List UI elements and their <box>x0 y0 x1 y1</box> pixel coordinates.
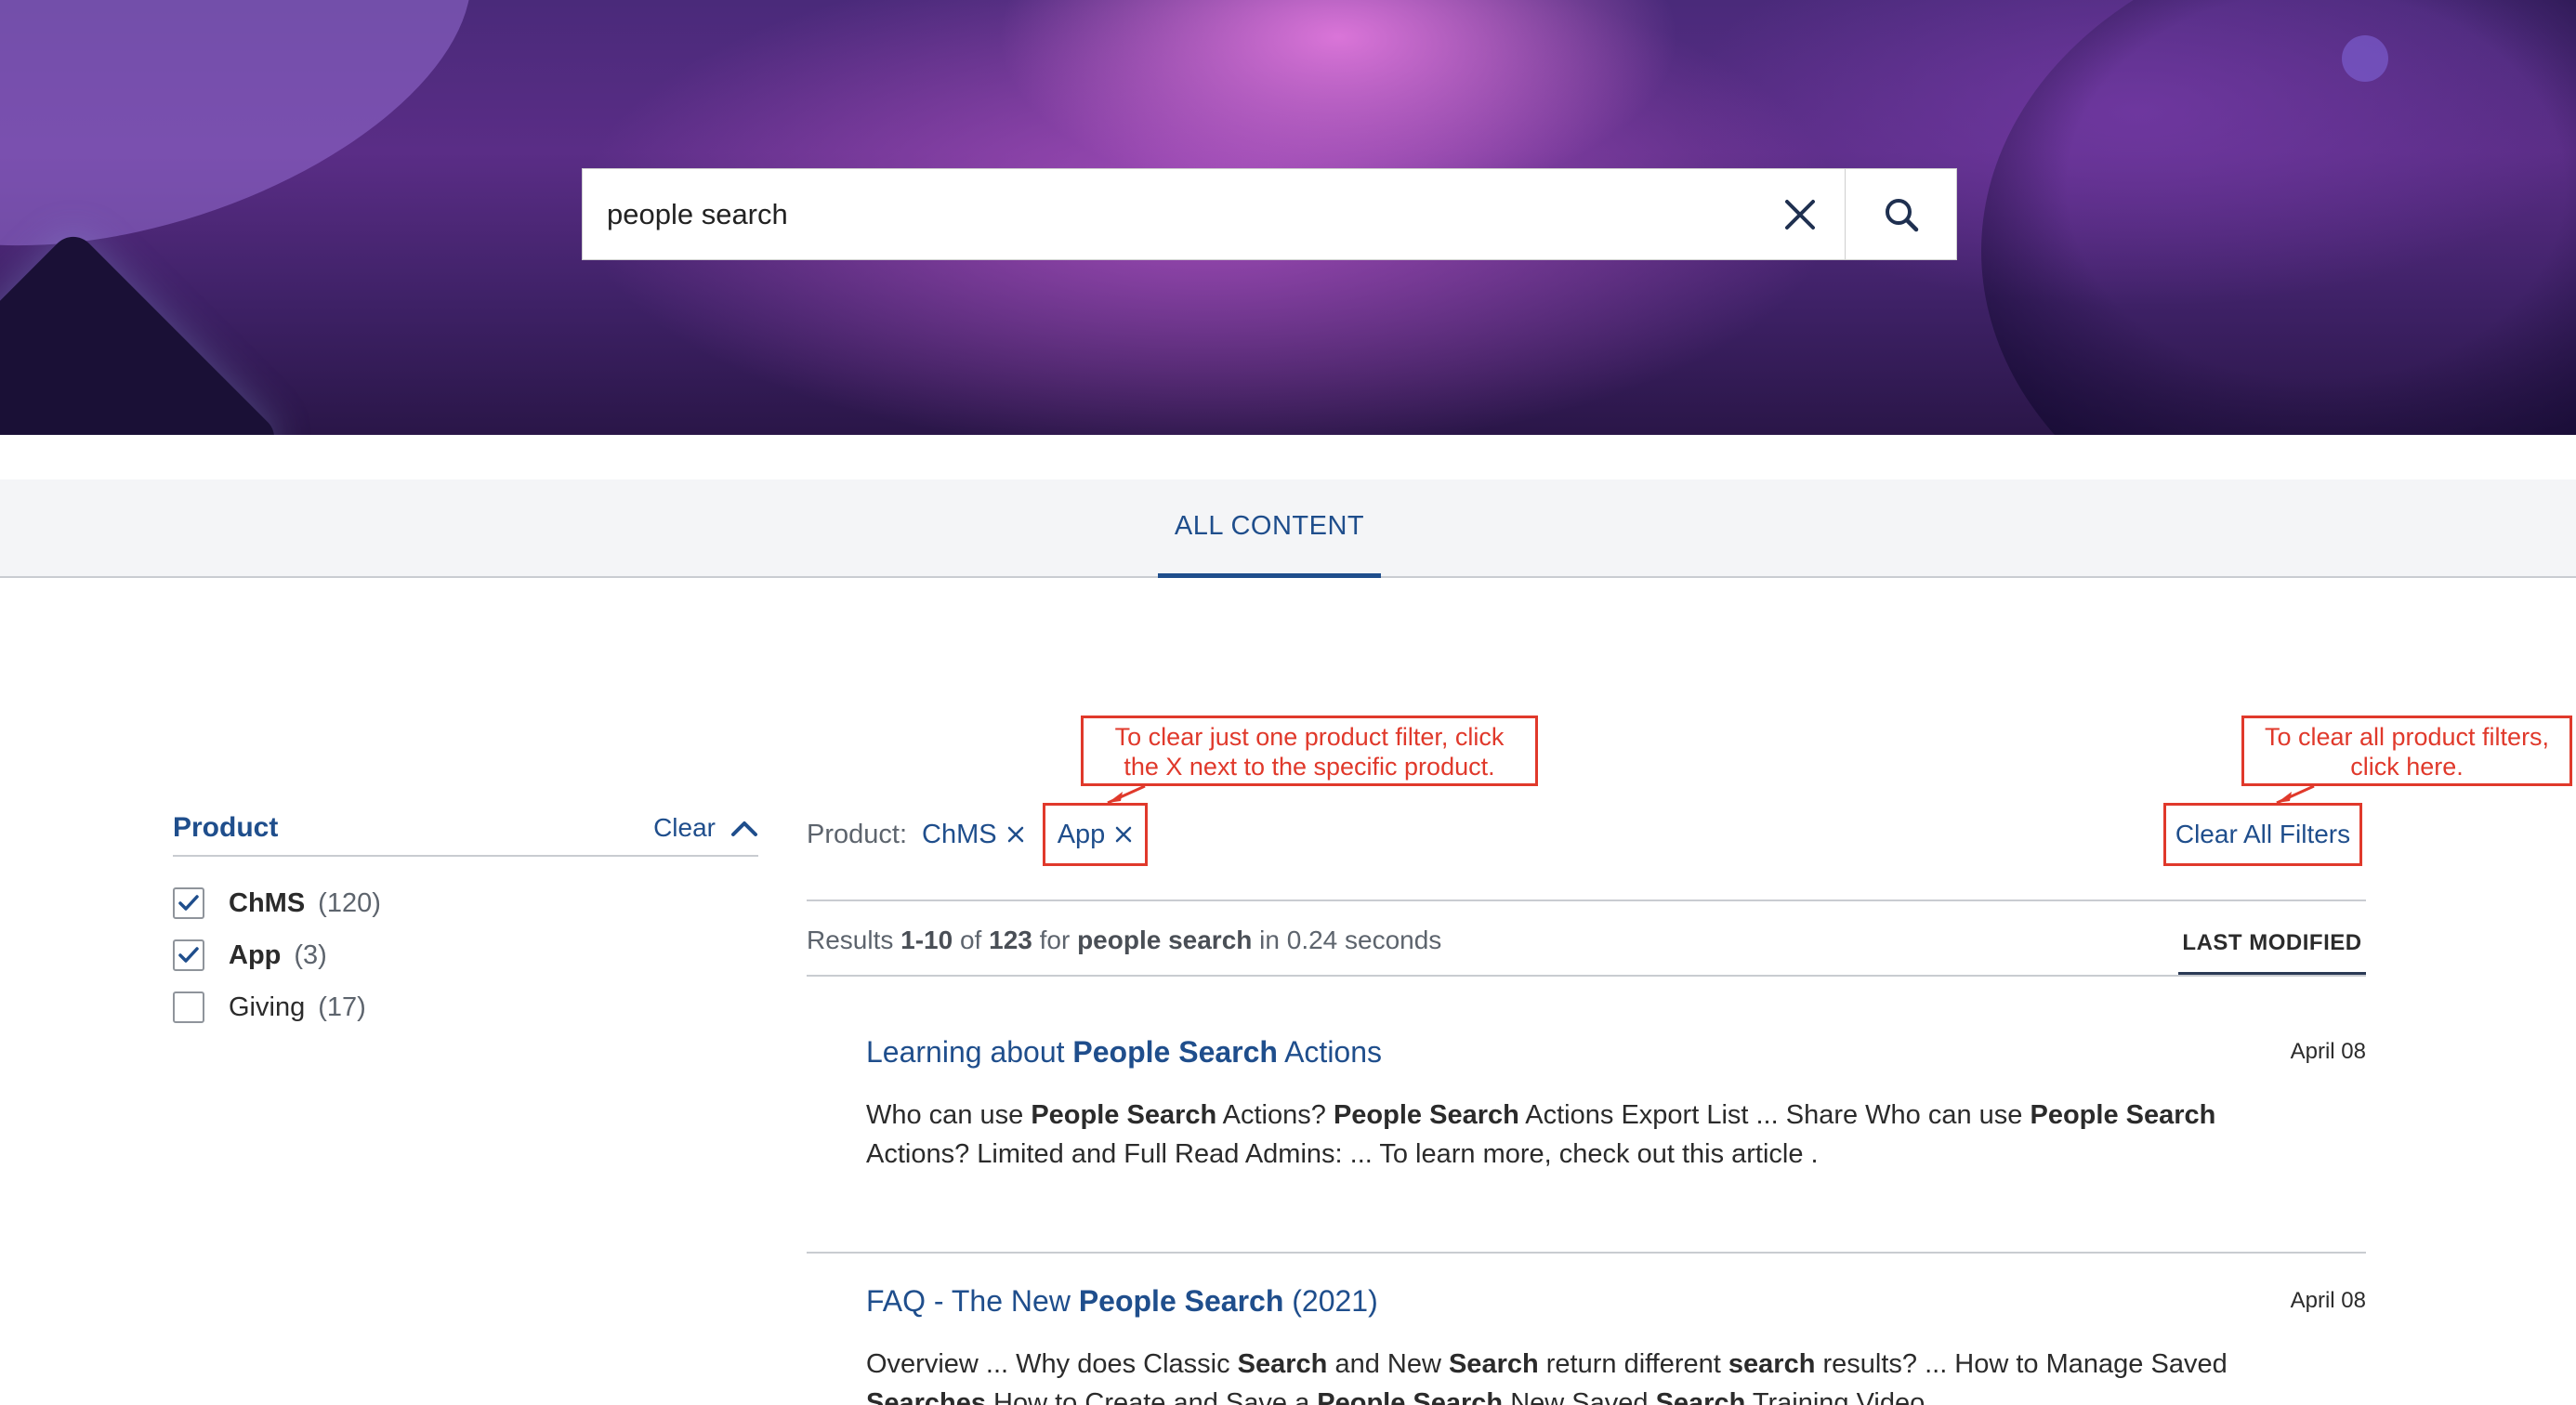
title-highlight: People Search <box>1072 1035 1278 1069</box>
search-icon <box>1885 198 1918 231</box>
title-text: FAQ - The New <box>866 1284 1079 1318</box>
snippet-text: Actions Export List ... Share Who can us… <box>1518 1100 2031 1130</box>
result-item: Learning about People Search Actions Apr… <box>866 1035 2366 1174</box>
snippet-text: Overview ... Why does Classic <box>866 1349 1238 1379</box>
facet-title: Product <box>173 812 279 843</box>
snippet-highlight: search <box>1728 1349 1816 1379</box>
results-prefix: Results <box>807 926 901 954</box>
title-highlight: People Search <box>1078 1284 1284 1318</box>
annotation-clear-all: To clear all product filters, click here… <box>2241 716 2572 786</box>
tab-all-content[interactable]: ALL CONTENT <box>1158 479 1381 578</box>
snippet-text: New Saved <box>1503 1388 1656 1405</box>
results-summary: Results 1-10 of 123 for people search in… <box>807 926 1441 955</box>
result-item: FAQ - The New People Search (2021) April… <box>866 1284 2366 1405</box>
product-facet-header: Product Clear <box>173 801 758 857</box>
snippet-highlight: People Search <box>1333 1100 1519 1130</box>
title-text: (2021) <box>1283 1284 1378 1318</box>
snippet-text: results? ... How to Manage Saved <box>1815 1349 2228 1379</box>
annotation-clear-one: To clear just one product filter, click … <box>1081 716 1538 786</box>
facet-clear-label: Clear <box>653 813 716 842</box>
snippet-text: and New <box>1327 1349 1449 1379</box>
snippet-highlight: Search <box>1448 1349 1539 1379</box>
facet-checkbox-chms[interactable] <box>173 887 204 919</box>
title-text: Learning about <box>866 1035 1073 1069</box>
snippet-text: Training Video <box>1745 1388 1925 1405</box>
result-snippet: Who can use People Search Actions? Peopl… <box>866 1096 2297 1174</box>
remove-filter-button[interactable] <box>1006 825 1025 844</box>
filter-chip-label: App <box>1057 819 1106 849</box>
results-total: 123 <box>989 926 1032 954</box>
check-icon <box>178 895 199 911</box>
close-icon <box>1007 826 1023 843</box>
snippet-text: Actions? Limited and Full Read Admins: .… <box>866 1139 1819 1169</box>
clear-search-button[interactable] <box>1755 169 1845 259</box>
filter-chip-chms[interactable]: ChMS <box>922 820 1025 850</box>
facet-item-app[interactable]: App (3) <box>173 929 381 981</box>
snippet-text: return different <box>1538 1349 1728 1379</box>
results-query: people search <box>1077 926 1253 954</box>
search-button[interactable] <box>1845 169 1956 259</box>
snippet-text: How to Create and Save a <box>986 1388 1318 1405</box>
facet-checkbox-app[interactable] <box>173 939 204 971</box>
close-icon <box>1116 826 1132 843</box>
active-filter-label: Product: <box>807 819 907 849</box>
facet-count: (17) <box>318 991 366 1022</box>
snippet-highlight: Search <box>1237 1349 1328 1379</box>
search-box <box>582 168 1957 260</box>
snippet-highlight: People Search <box>1031 1100 1217 1130</box>
facet-clear-button[interactable]: Clear <box>653 813 758 843</box>
hero-banner <box>0 0 2576 435</box>
result-date: April 08 <box>2290 1039 2366 1064</box>
facet-count: (3) <box>294 939 327 970</box>
filter-chip-label: ChMS <box>922 819 997 849</box>
clear-all-filters-button[interactable]: Clear All Filters <box>2163 803 2362 866</box>
title-text: Actions <box>1277 1035 1383 1069</box>
sort-last-modified[interactable]: LAST MODIFIED <box>2178 914 2366 976</box>
snippet-highlight: Searches <box>866 1388 986 1405</box>
divider <box>807 1252 2366 1254</box>
hero-decoration-orb <box>2342 35 2388 82</box>
facet-count: (120) <box>318 887 381 918</box>
result-date: April 08 <box>2290 1288 2366 1313</box>
results-of: of <box>953 926 990 954</box>
facet-label: ChMS <box>229 887 306 918</box>
result-title-link[interactable]: Learning about People Search Actions <box>866 1035 2366 1070</box>
snippet-text: Actions? <box>1216 1100 1334 1130</box>
facet-item-giving[interactable]: Giving (17) <box>173 981 381 1033</box>
facet-label: App <box>229 939 282 970</box>
result-title-link[interactable]: FAQ - The New People Search (2021) <box>866 1284 2366 1319</box>
content-tabs: ALL CONTENT <box>0 479 2576 578</box>
result-snippet: Overview ... Why does Classic Search and… <box>866 1345 2297 1405</box>
snippet-highlight: People Search <box>1317 1388 1504 1405</box>
active-filters: Product: ChMS <box>807 808 1025 860</box>
hero-decoration-shadow <box>1981 0 2576 435</box>
product-facet-list: ChMS (120) App (3) Giving (17) <box>173 877 381 1033</box>
snippet-highlight: People Search <box>2030 1100 2216 1130</box>
results-time: in 0.24 seconds <box>1252 926 1442 954</box>
results-for: for <box>1032 926 1078 954</box>
snippet-text: Who can use <box>866 1100 1032 1130</box>
check-icon <box>178 947 199 963</box>
filter-chip-app[interactable]: App <box>1043 803 1148 866</box>
divider <box>807 975 2366 977</box>
facet-label: Giving <box>229 991 306 1022</box>
search-input[interactable] <box>583 169 1755 259</box>
facet-checkbox-giving[interactable] <box>173 991 204 1023</box>
chevron-up-icon <box>731 821 757 836</box>
close-icon <box>1785 199 1815 230</box>
divider <box>807 899 2366 901</box>
remove-filter-button[interactable] <box>1114 825 1133 844</box>
hero-decoration-mountain <box>0 227 284 435</box>
results-range: 1-10 <box>900 926 953 954</box>
facet-item-chms[interactable]: ChMS (120) <box>173 877 381 929</box>
snippet-highlight: Search <box>1655 1388 1746 1405</box>
